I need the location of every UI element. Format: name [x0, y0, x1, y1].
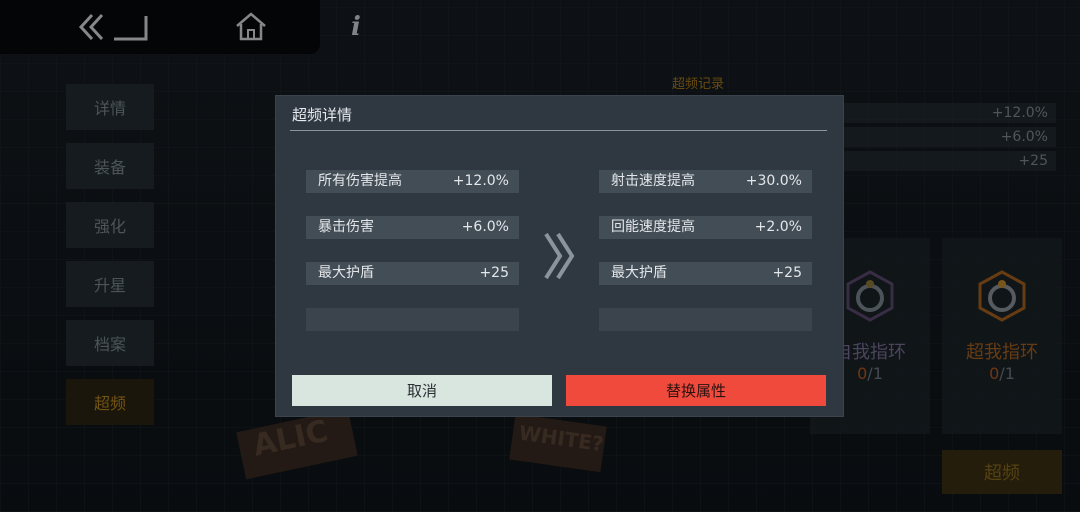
new-attr-row: 回能速度提高 +2.0%: [599, 216, 812, 239]
dialog-title: 超频详情: [292, 106, 353, 124]
attr-name: 最大护盾: [611, 265, 667, 281]
overclock-detail-dialog: 超频详情 所有伤害提高 +12.0% 暴击伤害 +6.0% 最大护盾 +25 射…: [276, 96, 843, 416]
attr-value: +12.0%: [452, 173, 509, 189]
double-chevron-right-icon: [544, 232, 575, 280]
current-attr-empty-row: [306, 308, 519, 331]
attr-value: +6.0%: [461, 219, 509, 235]
attr-name: 暴击伤害: [318, 219, 374, 235]
attr-name: 所有伤害提高: [318, 173, 402, 189]
attr-value: +25: [479, 265, 509, 281]
replace-attributes-button[interactable]: 替换属性: [566, 375, 826, 406]
new-attr-empty-row: [599, 308, 812, 331]
attr-name: 射击速度提高: [611, 173, 695, 189]
current-attr-row: 最大护盾 +25: [306, 262, 519, 285]
new-attr-row: 射击速度提高 +30.0%: [599, 170, 812, 193]
new-attr-row: 最大护盾 +25: [599, 262, 812, 285]
attr-value: +25: [772, 265, 802, 281]
current-attr-row: 暴击伤害 +6.0%: [306, 216, 519, 239]
attr-name: 最大护盾: [318, 265, 374, 281]
cancel-button[interactable]: 取消: [292, 375, 552, 406]
attr-value: +30.0%: [745, 173, 802, 189]
dialog-divider: [290, 130, 827, 131]
current-attr-row: 所有伤害提高 +12.0%: [306, 170, 519, 193]
attr-name: 回能速度提高: [611, 219, 695, 235]
attr-value: +2.0%: [754, 219, 802, 235]
